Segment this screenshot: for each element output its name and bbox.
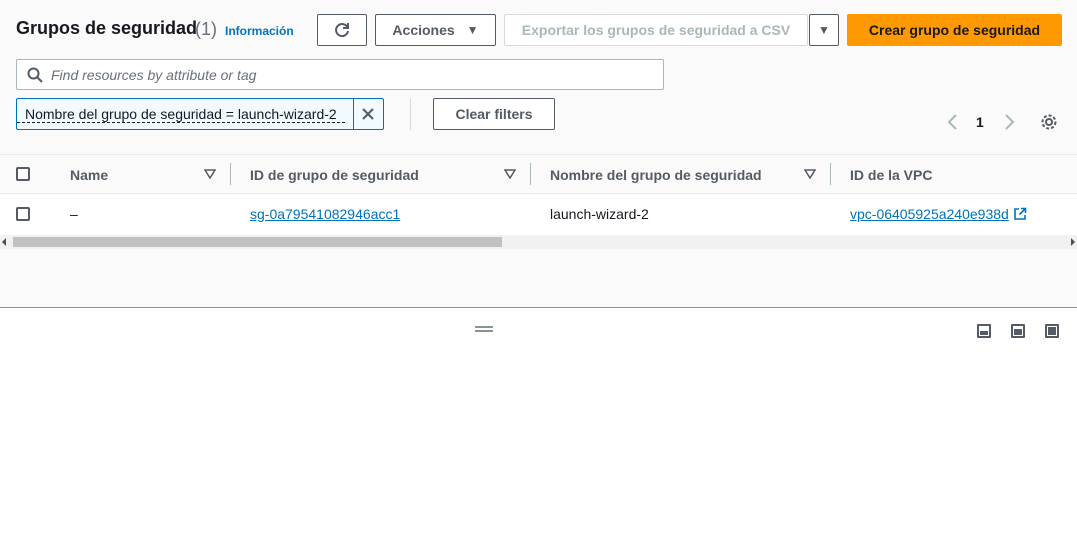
export-csv-button[interactable]: Exportar los grupos de seguridad a CSV xyxy=(504,14,808,46)
column-resizer[interactable] xyxy=(830,163,831,185)
column-header-sg-id[interactable]: ID de grupo de seguridad xyxy=(250,167,419,183)
scroll-left-icon[interactable] xyxy=(2,238,6,246)
scrollbar-thumb[interactable] xyxy=(13,237,502,247)
cell-sg-name: launch-wizard-2 xyxy=(550,206,649,222)
select-all-checkbox[interactable] xyxy=(16,167,30,181)
search-bar xyxy=(16,59,664,90)
split-pane-drag-handle[interactable] xyxy=(475,326,493,332)
cell-sg-id-link[interactable]: sg-0a79541082946acc1 xyxy=(250,206,400,222)
next-page-icon[interactable] xyxy=(1000,112,1018,132)
scroll-right-icon[interactable] xyxy=(1071,238,1075,246)
cell-vpc-id: vpc-06405925a240e938d xyxy=(850,206,1027,222)
info-link[interactable]: Información xyxy=(225,24,294,38)
row-checkbox[interactable] xyxy=(16,207,30,221)
page-number[interactable]: 1 xyxy=(976,114,984,130)
column-header-sg-name[interactable]: Nombre del grupo de seguridad xyxy=(550,167,762,183)
previous-page-icon[interactable] xyxy=(944,112,962,132)
create-security-group-button[interactable]: Crear grupo de seguridad xyxy=(847,14,1062,46)
cell-vpc-id-link[interactable]: vpc-06405925a240e938d xyxy=(850,206,1009,222)
sort-down-icon[interactable] xyxy=(204,169,216,179)
split-half-icon[interactable] xyxy=(1011,324,1025,338)
cell-name: – xyxy=(70,206,78,222)
gear-icon[interactable] xyxy=(1039,112,1059,132)
close-icon xyxy=(362,108,374,120)
export-dropdown-button[interactable]: ▼ xyxy=(809,14,839,46)
horizontal-scrollbar[interactable] xyxy=(0,235,1077,249)
filter-token-label[interactable]: Nombre del grupo de seguridad = launch-w… xyxy=(17,106,345,123)
external-link-icon[interactable] xyxy=(1013,207,1027,221)
sort-down-icon[interactable] xyxy=(804,169,816,179)
security-groups-panel: Grupos de seguridad (1) Información Acci… xyxy=(0,0,1077,308)
column-resizer[interactable] xyxy=(530,163,531,185)
clear-filters-button[interactable]: Clear filters xyxy=(433,98,555,130)
page-title: Grupos de seguridad xyxy=(16,18,198,38)
actions-label: Acciones xyxy=(392,22,455,38)
caret-down-icon: ▼ xyxy=(818,23,830,37)
split-full-icon[interactable] xyxy=(1045,324,1059,338)
export-label: Exportar los grupos de seguridad a CSV xyxy=(521,22,791,38)
table-row[interactable]: – sg-0a79541082946acc1 launch-wizard-2 v… xyxy=(0,195,1077,235)
remove-filter-button[interactable] xyxy=(352,99,383,129)
refresh-icon xyxy=(335,23,349,38)
clear-filters-label: Clear filters xyxy=(455,106,533,122)
table-header: Name ID de grupo de seguridad Nombre del… xyxy=(0,154,1077,194)
divider xyxy=(410,98,411,130)
refresh-button[interactable] xyxy=(317,14,367,46)
column-header-vpc-id[interactable]: ID de la VPC xyxy=(850,167,932,183)
create-label: Crear grupo de seguridad xyxy=(868,22,1041,38)
split-bottom-icon[interactable] xyxy=(977,324,991,338)
item-count: (1) xyxy=(195,19,217,39)
caret-down-icon: ▼ xyxy=(466,23,479,37)
column-resizer[interactable] xyxy=(230,163,231,185)
column-header-name[interactable]: Name xyxy=(70,167,108,183)
actions-dropdown-button[interactable]: Acciones ▼ xyxy=(375,14,496,46)
sort-down-icon[interactable] xyxy=(504,169,516,179)
search-icon xyxy=(27,67,43,83)
search-input[interactable] xyxy=(51,66,641,83)
filter-token[interactable]: Nombre del grupo de seguridad = launch-w… xyxy=(16,98,384,130)
